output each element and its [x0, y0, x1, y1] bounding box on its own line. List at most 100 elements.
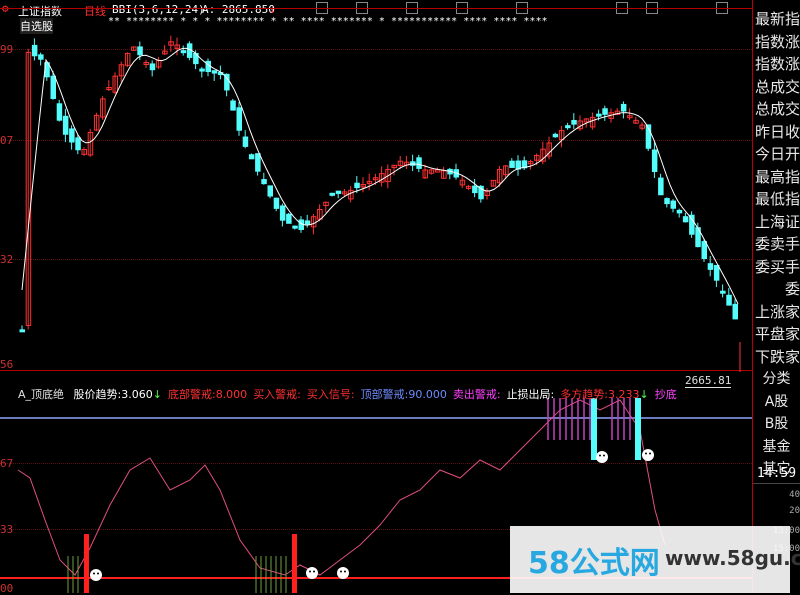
smiley-eye [344, 570, 346, 573]
candle-body [31, 44, 38, 57]
sell-signal-bar [635, 398, 641, 460]
tick: 20 [789, 506, 800, 516]
indicator-name: A_顶底绝 [18, 388, 65, 401]
candle-body [720, 290, 726, 294]
candle-body [242, 136, 249, 147]
candle-body [255, 153, 261, 172]
indicator-legend: A_顶底绝 股价趋势:3.060↓ 底部警戒:8.000 买入警戒: 买入信号: 顶部警… [18, 386, 752, 401]
candle-body [149, 63, 156, 71]
legend-label: 卖出警戒: [452, 388, 501, 401]
menu-item[interactable]: 今日开 [753, 143, 800, 166]
menu-item[interactable]: 昨日收 [753, 121, 800, 144]
sell-signal-bar [591, 398, 597, 460]
legend-label: 买入警戒: [253, 388, 301, 401]
candle-body [261, 179, 267, 185]
legend-item: 止损出局: [507, 388, 555, 401]
candle-body [416, 157, 422, 169]
candle-body [676, 209, 683, 214]
candle-body [279, 205, 286, 221]
legend-arrow: ↓ [639, 388, 649, 401]
candle-body [726, 294, 732, 306]
menu-item[interactable]: 总成交 [753, 98, 800, 121]
menu-item[interactable]: B股 [753, 413, 800, 436]
smiley-eye [97, 572, 99, 575]
menu-item[interactable]: 上涨家 [753, 301, 800, 324]
smiley-eye [340, 570, 342, 573]
menu-item[interactable]: 上海证 [753, 211, 800, 234]
legend-item: 股价趋势:3.060↓ [74, 388, 162, 401]
candle-body [701, 241, 707, 260]
legend-label: 抄底 [654, 388, 677, 401]
candle-body [137, 46, 143, 56]
legend-item: 顶部警戒:90.000 [361, 388, 447, 401]
candle-body [248, 154, 255, 160]
candle-body [571, 119, 577, 125]
legend-label: 底部警戒: [167, 388, 216, 401]
menu-item[interactable]: 最新指 [753, 8, 800, 31]
smiley-eye [649, 452, 651, 455]
candle-body [38, 54, 44, 60]
menu-item[interactable]: 委 [753, 278, 800, 301]
tick: 40 [789, 490, 800, 500]
menu-item[interactable]: 最低指 [753, 188, 800, 211]
buy-signal-bar [292, 534, 297, 593]
watermark-brand: 58公式网 [528, 546, 660, 581]
legend-item: 底部警戒:8.000 [168, 388, 247, 401]
candle-body [620, 103, 627, 112]
legend-label: 止损出局: [506, 388, 555, 401]
menu-item[interactable]: 委买手 [753, 256, 800, 279]
smiley-icon [642, 449, 654, 461]
candle-body [62, 115, 69, 135]
menu-item[interactable]: 委卖手 [753, 233, 800, 256]
candle-body [56, 103, 63, 121]
smiley-icon [596, 451, 608, 463]
smiley-icon [90, 569, 102, 581]
candle-body [713, 264, 720, 281]
menu-item[interactable]: 下跌家 [753, 346, 800, 369]
candle-body [304, 220, 311, 225]
smiley-eye [603, 454, 605, 457]
menu-item[interactable]: A股 [753, 391, 800, 414]
legend-label: 股价趋势: [73, 388, 122, 401]
legend-value: 3.233 [608, 388, 640, 401]
smiley-icon [337, 567, 349, 579]
watermark: 58公式网 www.58gu.com [510, 526, 800, 593]
menu-item[interactable]: 平盘家 [753, 323, 800, 346]
menu-item[interactable]: 指数涨 [753, 31, 800, 54]
candle-body [658, 177, 664, 196]
watermark-url: www.58gu.com [665, 546, 800, 570]
menu-item[interactable]: 基金 [753, 436, 800, 459]
candle-body [292, 225, 298, 229]
legend-value: 8.000 [215, 388, 248, 401]
candle-body [199, 68, 205, 72]
legend-item: 买入警戒: [253, 388, 301, 401]
candle-body [329, 192, 335, 196]
candle-body [230, 100, 236, 111]
candle-body [596, 113, 602, 117]
menu-item[interactable]: 最高指 [753, 166, 800, 189]
legend-arrow: ↓ [152, 388, 162, 401]
candle-body [602, 108, 608, 115]
smiley-icon [306, 567, 318, 579]
legend-value: 90.000 [408, 388, 447, 401]
candle-body [354, 182, 360, 189]
menu-item[interactable]: 总成交 [753, 76, 800, 99]
candle-body [509, 160, 515, 168]
smiley-eye [313, 570, 315, 573]
candle-body [651, 149, 658, 173]
candle-body [236, 107, 242, 131]
candle-body [286, 213, 292, 224]
candle-body [732, 303, 738, 320]
candle-body [69, 128, 75, 143]
menu-item[interactable]: 分类 [753, 368, 800, 391]
legend-value: 3.060 [121, 388, 153, 401]
candle-body [211, 70, 218, 74]
menu-item[interactable]: 指数涨 [753, 53, 800, 76]
candle-body [335, 190, 342, 194]
quote-menu: 最新指 指数涨 指数涨 总成交 总成交 昨日收 今日开 最高指 最低指 上海证 委卖手 委买手委上涨家… [753, 8, 800, 481]
candle-body [50, 75, 56, 100]
kline-chart[interactable] [0, 0, 752, 593]
legend-label: 买入信号: [306, 388, 355, 401]
candle-body [472, 185, 478, 194]
candle-body [75, 137, 81, 151]
